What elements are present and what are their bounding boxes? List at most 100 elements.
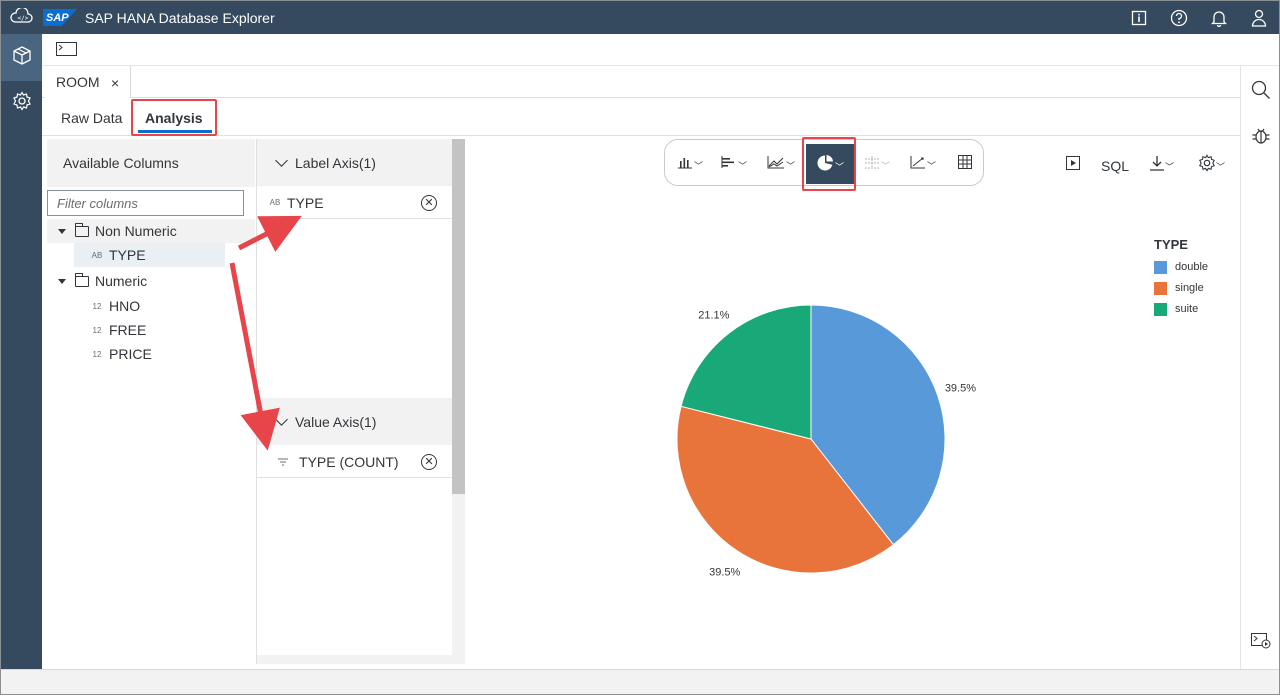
pie-slice-single[interactable] <box>676 405 895 574</box>
value-axis-item-type-count[interactable]: TYPE (COUNT) ✕ <box>257 446 452 478</box>
pie-data-label: 39.5% <box>709 566 740 578</box>
download-icon <box>1149 155 1165 174</box>
settings-nav-item[interactable] <box>1 81 42 123</box>
pie-data-label: 39.5% <box>945 383 976 395</box>
remove-circle-icon[interactable]: ✕ <box>421 195 437 211</box>
right-side-panel <box>1240 66 1279 669</box>
chevron-down-icon: ﹀ <box>786 161 796 171</box>
tree-item-label: FREE <box>109 322 147 338</box>
notification-bell-icon[interactable] <box>1209 8 1229 28</box>
scatter-chart-icon <box>910 155 926 172</box>
status-bar <box>1 669 1279 694</box>
tree-item-hno[interactable]: 12 HNO <box>74 294 225 318</box>
info-icon[interactable] <box>1129 8 1149 28</box>
number-type-icon: 12 <box>92 301 102 311</box>
table-view-button[interactable] <box>958 150 972 176</box>
text-type-icon: AB <box>91 250 103 260</box>
tab-room-label: ROOM <box>56 74 100 90</box>
sap-logo: SAP <box>43 9 77 26</box>
expand-arrow-icon[interactable] <box>58 228 66 234</box>
chevron-down-icon: ﹀ <box>1165 162 1175 172</box>
console-output-icon[interactable] <box>1250 630 1272 652</box>
pie-slice-suite[interactable] <box>680 304 812 440</box>
number-type-icon: 12 <box>92 325 102 335</box>
available-columns-panel: Available Columns Filter columns Non Num… <box>47 139 255 664</box>
tree-group-non-numeric[interactable]: Non Numeric <box>47 219 255 243</box>
view-tabs: Raw Data Analysis <box>42 98 1240 136</box>
stacked-chart-button[interactable]: ﹀ <box>864 150 890 176</box>
chevron-down-icon: ﹀ <box>881 161 891 171</box>
download-button[interactable]: ﹀ <box>1149 153 1174 175</box>
chevron-down-icon: ﹀ <box>694 161 704 171</box>
pie-data-label: 21.1% <box>698 309 729 321</box>
panel-scrollbar-thumb[interactable] <box>452 139 465 494</box>
settings-gear-icon <box>12 90 32 114</box>
number-type-icon: 12 <box>92 349 102 359</box>
label-axis-item-type[interactable]: AB TYPE ✕ <box>257 187 452 219</box>
debugger-bug-icon[interactable] <box>1250 125 1272 147</box>
text-type-icon: AB <box>269 198 281 207</box>
pie-slice-double[interactable] <box>810 304 946 546</box>
cloud-code-icon[interactable]: </> <box>9 6 33 27</box>
search-icon[interactable] <box>1250 79 1272 101</box>
collapse-chevron-icon[interactable] <box>275 153 288 167</box>
settings-gear-icon <box>1198 153 1216 175</box>
chart-settings-button[interactable]: ﹀ <box>1198 153 1225 175</box>
collapse-chevron-icon[interactable] <box>275 412 288 426</box>
chart-area: ﹀ ﹀ ﹀ ﹀ ﹀ ﹀ SQL ﹀ ﹀ 39.5% 39.5% 21.1% TY… <box>465 136 1240 669</box>
legend-item-double[interactable]: double <box>1154 259 1208 275</box>
user-icon[interactable] <box>1249 8 1269 28</box>
left-navigation <box>1 34 42 669</box>
label-axis-title: Label Axis(1) <box>295 154 376 171</box>
tree-item-label: TYPE <box>109 247 146 263</box>
bar-chart-button[interactable]: ﹀ <box>721 150 747 176</box>
label-axis-header[interactable]: Label Axis(1) <box>257 139 452 186</box>
value-axis-title: Value Axis(1) <box>295 413 377 430</box>
pie-chart-highlight-box <box>802 137 856 191</box>
folder-icon <box>75 272 89 287</box>
column-chart-icon <box>677 155 693 172</box>
close-tab-icon[interactable]: × <box>111 75 119 91</box>
play-icon <box>1066 155 1080 173</box>
bar-chart-icon <box>721 155 737 172</box>
available-columns-header: Available Columns <box>47 139 255 187</box>
tab-room[interactable]: ROOM × <box>45 66 131 98</box>
value-axis-header[interactable]: Value Axis(1) <box>257 398 452 445</box>
measure-icon <box>277 454 289 470</box>
legend-swatch <box>1154 281 1167 295</box>
line-chart-button[interactable]: ﹀ <box>767 150 795 176</box>
table-icon <box>958 154 972 172</box>
axis-panel-footer <box>257 655 452 664</box>
value-axis-item-label: TYPE (COUNT) <box>299 453 399 470</box>
open-sql-console-button[interactable] <box>56 42 78 58</box>
legend-item-single[interactable]: single <box>1154 280 1204 296</box>
show-sql-button[interactable]: SQL <box>1101 155 1129 177</box>
tab-raw-data[interactable]: Raw Data <box>61 110 122 126</box>
legend-label: suite <box>1175 303 1199 315</box>
chevron-down-icon: ﹀ <box>1216 162 1226 172</box>
remove-circle-icon[interactable]: ✕ <box>421 454 437 470</box>
folder-icon <box>75 222 89 237</box>
help-icon[interactable] <box>1169 8 1189 28</box>
scatter-chart-button[interactable]: ﹀ <box>910 150 936 176</box>
tree-item-label: HNO <box>109 298 141 314</box>
database-cubes-icon <box>11 45 33 70</box>
database-explorer-nav-item[interactable] <box>1 34 42 81</box>
stacked-chart-icon <box>864 155 880 172</box>
tree-item-type[interactable]: AB TYPE <box>74 243 225 267</box>
axis-config-panel: Label Axis(1) AB TYPE ✕ Value Axis(1) TY… <box>256 139 465 664</box>
legend-item-suite[interactable]: suite <box>1154 301 1198 317</box>
run-button[interactable] <box>1066 153 1080 175</box>
expand-arrow-icon[interactable] <box>58 278 66 284</box>
column-chart-button[interactable]: ﹀ <box>677 150 703 176</box>
label-axis-item-label: TYPE <box>287 194 324 211</box>
tree-group-label: Non Numeric <box>95 223 177 239</box>
legend-title: TYPE <box>1154 237 1188 252</box>
tree-group-numeric[interactable]: Numeric <box>47 269 255 293</box>
chevron-down-icon: ﹀ <box>927 161 937 171</box>
tree-item-price[interactable]: 12 PRICE <box>74 342 225 366</box>
analysis-highlight-box <box>131 99 217 136</box>
tree-item-free[interactable]: 12 FREE <box>74 318 225 342</box>
line-chart-icon <box>767 155 785 172</box>
filter-columns-input[interactable]: Filter columns <box>47 190 244 216</box>
